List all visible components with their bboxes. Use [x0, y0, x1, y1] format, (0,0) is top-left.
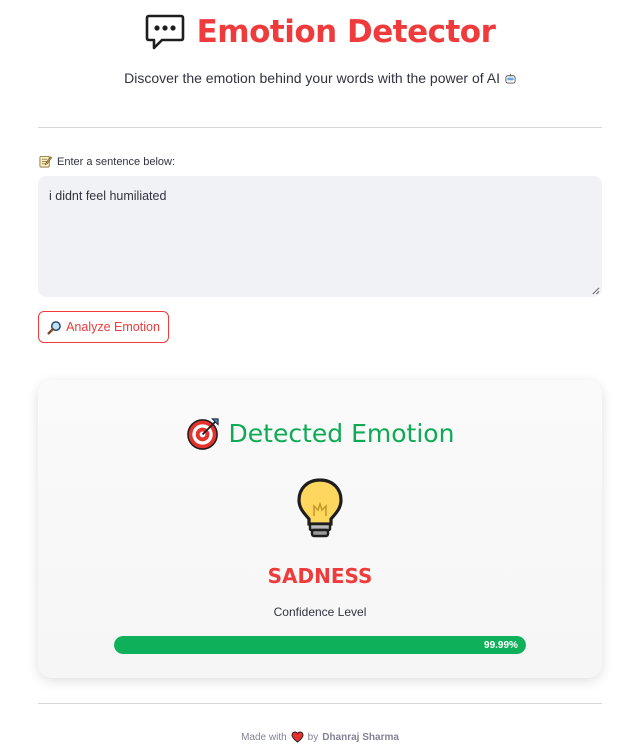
result-heading: Detected Emotion — [38, 416, 602, 451]
input-label: Enter a sentence below: — [39, 155, 175, 168]
light-bulb-icon — [297, 478, 343, 538]
memo-icon — [39, 155, 52, 168]
confidence-label: Confidence Level — [273, 605, 367, 619]
result-heading-text: Detected Emotion — [228, 419, 455, 448]
confidence-value: 99.99% — [484, 639, 518, 651]
speech-bubble-icon — [145, 14, 184, 50]
magnifier-icon — [47, 320, 61, 335]
page-subtitle: Discover the emotion behind your words w… — [0, 70, 640, 86]
footer-made-with: Made with — [241, 731, 287, 743]
result-card: Detected Emotion SADNESS Confidence Leve… — [38, 380, 602, 678]
bottom-divider — [38, 703, 602, 704]
page-title: Emotion Detector — [196, 14, 496, 50]
page-header: Emotion Detector — [0, 12, 640, 52]
confidence-progress-bar: 99.99% — [114, 636, 526, 654]
sentence-input-value: i didnt feel humiliated — [49, 189, 167, 203]
analyze-emotion-button[interactable]: Analyze Emotion — [38, 311, 169, 343]
top-divider — [38, 127, 602, 128]
robot-face-icon — [505, 73, 516, 84]
target-icon — [186, 418, 219, 450]
footer-author: Dhanraj Sharma — [322, 731, 399, 743]
resize-handle-icon[interactable] — [591, 286, 600, 295]
footer: Made with by Dhanraj Sharma — [0, 731, 640, 743]
footer-by: by — [307, 731, 319, 743]
detected-emotion-label: SADNESS — [267, 564, 373, 588]
sentence-input[interactable]: i didnt feel humiliated — [38, 176, 602, 297]
input-label-text: Enter a sentence below: — [57, 155, 176, 168]
subtitle-text: Discover the emotion behind your words w… — [124, 70, 500, 86]
app-page: Emotion Detector Discover the emotion be… — [0, 0, 640, 749]
analyze-button-label: Analyze Emotion — [66, 320, 160, 334]
heart-icon — [291, 731, 304, 743]
confidence-progress-fill: 99.99% — [114, 636, 526, 654]
